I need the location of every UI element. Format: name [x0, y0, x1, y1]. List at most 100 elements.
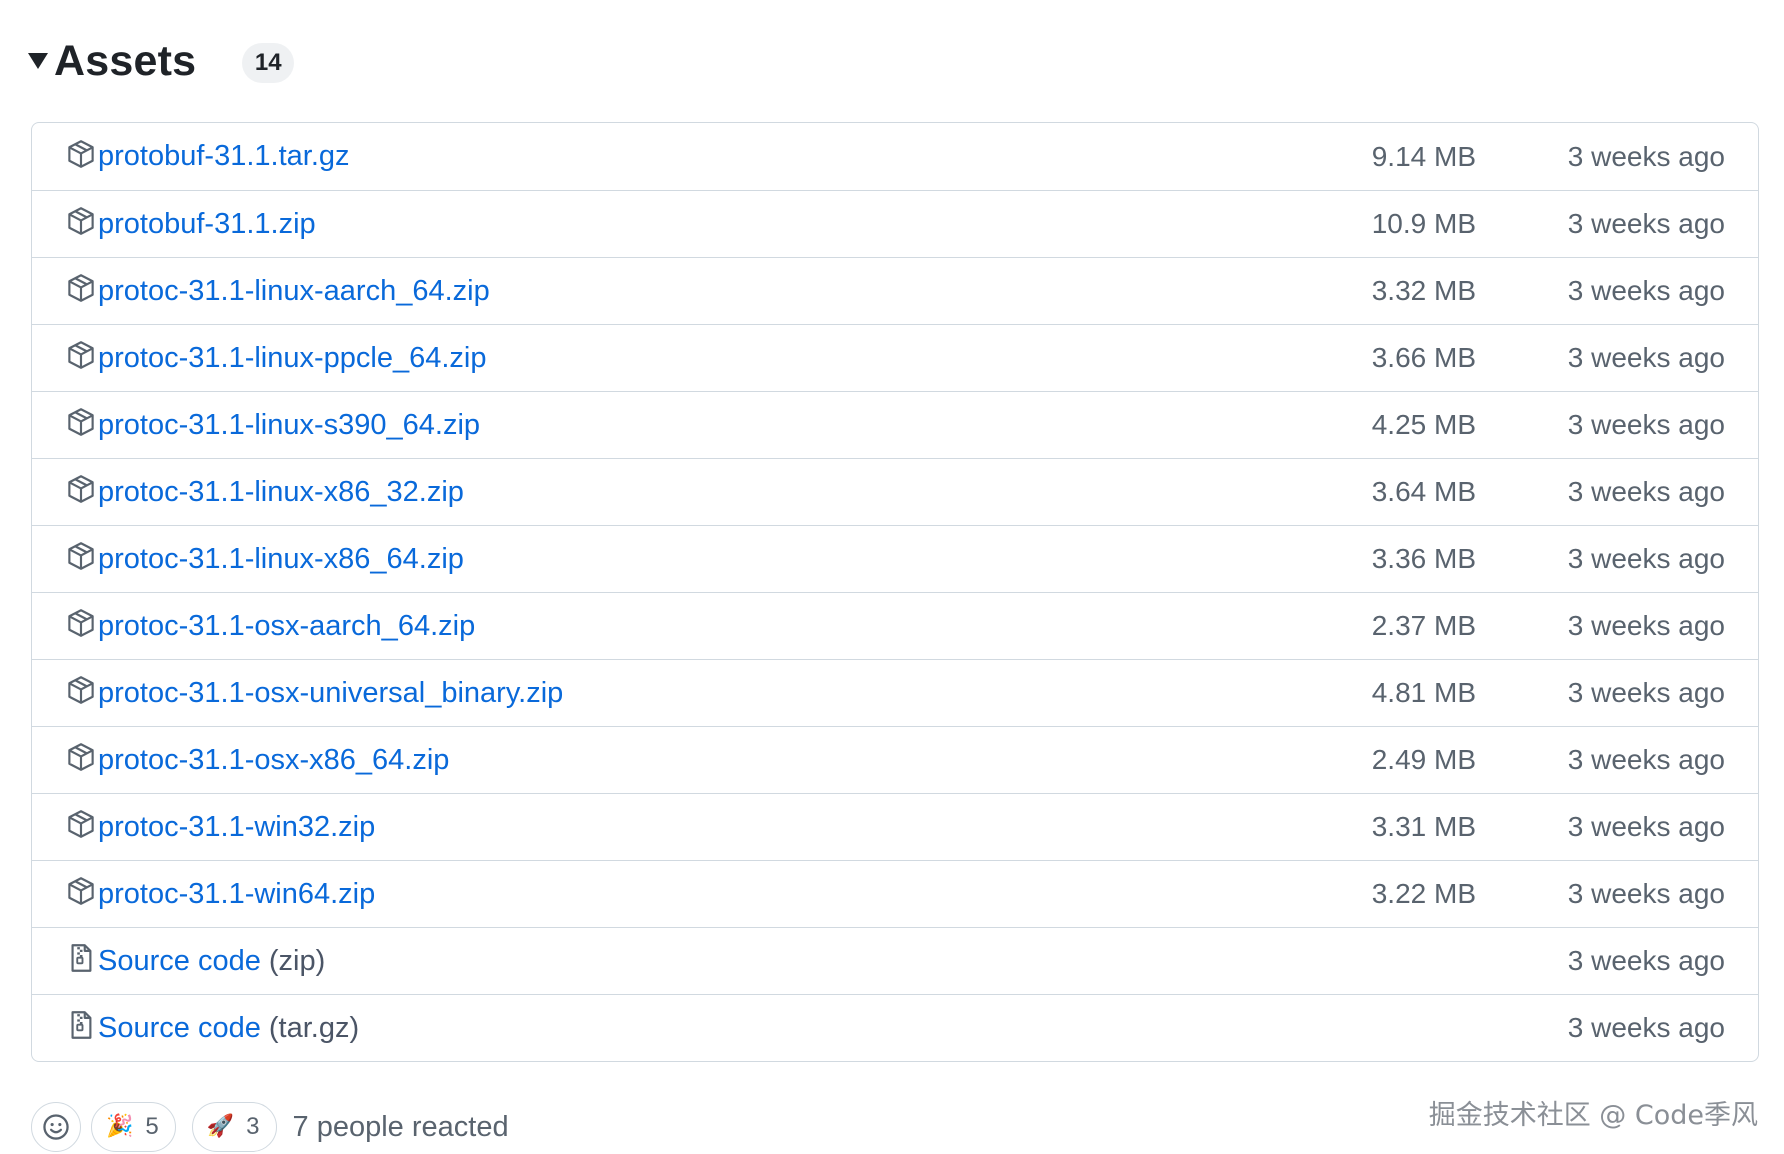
package-icon	[66, 541, 96, 571]
asset-size: 4.81 MB	[1371, 677, 1476, 708]
asset-link[interactable]: protoc-31.1-linux-x86_64.zip	[98, 543, 464, 576]
asset-link[interactable]: protoc-31.1-linux-aarch_64.zip	[98, 275, 490, 308]
reactions-bar: 🎉 5 🚀 3 7 people reacted	[31, 1101, 509, 1153]
package-icon	[66, 742, 96, 772]
asset-size: 10.9 MB	[1371, 208, 1476, 239]
asset-size: 3.66 MB	[1371, 342, 1476, 373]
assets-title[interactable]: Assets	[54, 37, 196, 86]
asset-row: protoc-31.1-win64.zip 3.22 MB 3 weeks ag…	[32, 860, 1758, 927]
asset-date: 3 weeks ago	[1567, 744, 1725, 775]
asset-name: protoc-31.1-linux-s390_64.zip	[98, 408, 481, 441]
rocket-emoji-icon: 🚀	[206, 1114, 235, 1139]
package-icon	[66, 876, 96, 906]
asset-suffix: (zip)	[268, 944, 326, 977]
asset-row: protoc-31.1-linux-x86_64.zip 3.36 MB 3 w…	[32, 525, 1758, 592]
add-reaction-button[interactable]	[31, 1102, 81, 1152]
asset-name-cell: Source code (zip)	[66, 928, 325, 994]
hooray-emoji-icon: 🎉	[106, 1114, 134, 1139]
package-icon	[66, 608, 96, 638]
asset-size: 2.49 MB	[1371, 744, 1476, 775]
asset-date: 3 weeks ago	[1567, 208, 1725, 239]
asset-row: protoc-31.1-linux-s390_64.zip 4.25 MB 3 …	[32, 391, 1758, 458]
package-icon	[66, 407, 96, 437]
package-icon	[66, 139, 96, 169]
asset-date: 3 weeks ago	[1567, 476, 1725, 507]
asset-name: protoc-31.1-linux-x86_32.zip	[98, 475, 464, 508]
asset-name-cell: protobuf-31.1.zip	[66, 191, 316, 257]
asset-suffix: (tar.gz)	[268, 1011, 360, 1044]
reaction-count: 3	[246, 1113, 260, 1140]
asset-date: 3 weeks ago	[1567, 409, 1725, 440]
asset-date: 3 weeks ago	[1567, 811, 1725, 842]
assets-header[interactable]: Assets 14	[28, 36, 295, 86]
asset-name-cell: protoc-31.1-osx-x86_64.zip	[66, 727, 449, 793]
asset-row: Source code (tar.gz) 3 weeks ago	[32, 994, 1758, 1061]
asset-date: 3 weeks ago	[1567, 140, 1725, 172]
reaction-rocket[interactable]: 🚀 3	[191, 1102, 277, 1152]
watermark: 掘金技术社区 @ Code季风	[1428, 1100, 1758, 1131]
asset-row: protoc-31.1-linux-aarch_64.zip 3.32 MB 3…	[32, 257, 1758, 324]
package-icon	[66, 809, 96, 839]
asset-name: protoc-31.1-osx-universal_binary.zip	[98, 676, 564, 709]
asset-link[interactable]: protoc-31.1-osx-aarch_64.zip	[98, 610, 475, 643]
assets-list: protobuf-31.1.tar.gz 9.14 MB 3 weeks ago…	[31, 122, 1759, 1062]
asset-name-cell: protoc-31.1-linux-aarch_64.zip	[66, 258, 490, 324]
asset-link[interactable]: protobuf-31.1.tar.gz	[98, 140, 350, 173]
asset-row: protoc-31.1-osx-aarch_64.zip 2.37 MB 3 w…	[32, 592, 1758, 659]
asset-name: protoc-31.1-linux-x86_64.zip	[98, 542, 464, 575]
asset-name-cell: protoc-31.1-osx-aarch_64.zip	[66, 593, 475, 659]
asset-link[interactable]: protoc-31.1-osx-universal_binary.zip	[98, 677, 563, 710]
file-zip-icon	[66, 1010, 96, 1040]
asset-link[interactable]: protoc-31.1-linux-s390_64.zip	[98, 409, 480, 442]
smiley-icon	[43, 1114, 69, 1140]
asset-name-cell: protoc-31.1-linux-x86_64.zip	[66, 526, 464, 592]
asset-name-cell: protoc-31.1-win64.zip	[66, 861, 375, 927]
asset-size: 3.22 MB	[1371, 878, 1476, 909]
asset-date: 3 weeks ago	[1567, 543, 1725, 574]
asset-link[interactable]: Source code (tar.gz)	[98, 1012, 359, 1045]
asset-date: 3 weeks ago	[1567, 275, 1725, 306]
asset-size: 2.37 MB	[1371, 610, 1476, 641]
asset-date: 3 weeks ago	[1567, 1012, 1725, 1043]
asset-row: Source code (zip) 3 weeks ago	[32, 927, 1758, 994]
asset-name-cell: protoc-31.1-linux-s390_64.zip	[66, 392, 480, 458]
asset-link[interactable]: protoc-31.1-osx-x86_64.zip	[98, 744, 449, 777]
asset-row: protoc-31.1-osx-x86_64.zip 2.49 MB 3 wee…	[32, 726, 1758, 793]
asset-size: 3.64 MB	[1371, 476, 1476, 507]
asset-link[interactable]: protoc-31.1-linux-x86_32.zip	[98, 476, 464, 509]
package-icon	[66, 206, 96, 236]
asset-link[interactable]: protoc-31.1-linux-ppcle_64.zip	[98, 342, 487, 375]
file-zip-icon	[66, 943, 96, 973]
asset-date: 3 weeks ago	[1567, 945, 1725, 976]
package-icon	[66, 340, 96, 370]
reaction-count: 5	[145, 1113, 159, 1140]
asset-link[interactable]: protoc-31.1-win64.zip	[98, 878, 375, 911]
asset-date: 3 weeks ago	[1567, 342, 1725, 373]
asset-date: 3 weeks ago	[1567, 610, 1725, 641]
asset-link[interactable]: Source code (zip)	[98, 945, 325, 978]
asset-size: 3.32 MB	[1371, 275, 1476, 306]
asset-row: protoc-31.1-linux-x86_32.zip 3.64 MB 3 w…	[32, 458, 1758, 525]
asset-link[interactable]: protoc-31.1-win32.zip	[98, 811, 375, 844]
asset-name-cell: protoc-31.1-linux-x86_32.zip	[66, 459, 464, 525]
reaction-summary[interactable]: 7 people reacted	[293, 1111, 509, 1144]
asset-name: protobuf-31.1.tar.gz	[98, 140, 350, 172]
asset-name: protoc-31.1-win32.zip	[98, 810, 376, 843]
asset-row: protoc-31.1-linux-ppcle_64.zip 3.66 MB 3…	[32, 324, 1758, 391]
asset-name-cell: protobuf-31.1.tar.gz	[66, 123, 350, 190]
asset-row: protoc-31.1-osx-universal_binary.zip 4.8…	[32, 659, 1758, 726]
asset-name: Source code	[98, 1011, 261, 1044]
caret-down-icon[interactable]	[28, 53, 48, 69]
asset-link[interactable]: protobuf-31.1.zip	[98, 208, 316, 241]
asset-name: protoc-31.1-osx-aarch_64.zip	[98, 609, 476, 642]
package-icon	[66, 675, 96, 705]
asset-name: Source code	[98, 944, 261, 977]
asset-name: protoc-31.1-linux-ppcle_64.zip	[98, 341, 487, 374]
asset-name-cell: protoc-31.1-win32.zip	[66, 794, 375, 860]
asset-name-cell: protoc-31.1-osx-universal_binary.zip	[66, 660, 563, 726]
asset-size: 4.25 MB	[1371, 409, 1476, 440]
asset-name: protoc-31.1-osx-x86_64.zip	[98, 743, 450, 776]
reaction-hooray[interactable]: 🎉 5	[91, 1102, 176, 1152]
asset-size: 3.36 MB	[1371, 543, 1476, 574]
package-icon	[66, 474, 96, 504]
